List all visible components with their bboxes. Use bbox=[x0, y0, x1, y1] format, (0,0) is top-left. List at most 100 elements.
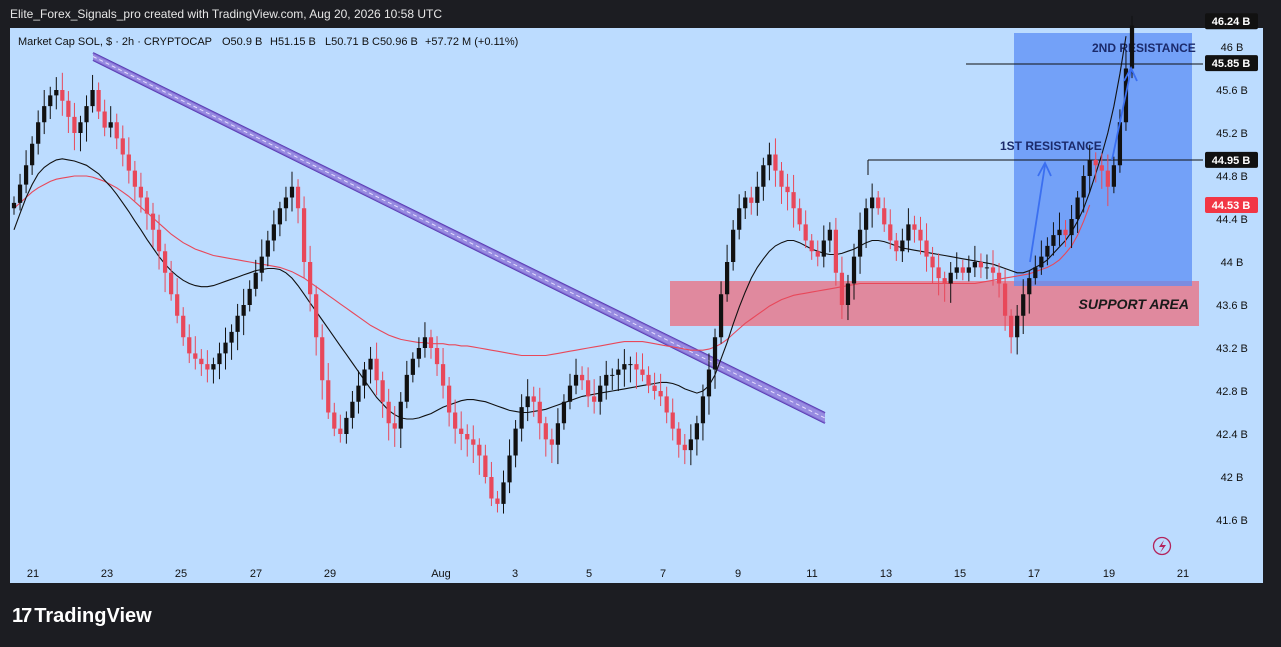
candle bbox=[241, 288, 246, 336]
candle-body bbox=[664, 396, 669, 413]
candle-body bbox=[295, 186, 301, 209]
candle-body bbox=[1099, 165, 1104, 171]
candle-body bbox=[193, 353, 198, 359]
candle bbox=[440, 348, 446, 399]
candle-body bbox=[338, 428, 343, 434]
candle bbox=[259, 239, 264, 282]
candle-body bbox=[265, 240, 270, 257]
candle bbox=[912, 215, 917, 243]
candle bbox=[193, 336, 198, 370]
candle bbox=[930, 246, 935, 284]
flash-icon[interactable] bbox=[1152, 536, 1172, 556]
candle-body bbox=[253, 272, 258, 289]
candle-body bbox=[984, 267, 990, 269]
candle-body bbox=[960, 267, 965, 273]
x-tick-label: 5 bbox=[586, 568, 592, 580]
candle bbox=[477, 438, 482, 475]
candle-body bbox=[1075, 197, 1080, 219]
candle-body bbox=[561, 401, 567, 424]
candle-body bbox=[930, 256, 935, 268]
candle-body bbox=[519, 407, 524, 429]
candle-body bbox=[821, 240, 826, 257]
candlestick-chart[interactable]: Market Cap SOL, $ · 2h · CRYPTOCAP O50.9… bbox=[0, 0, 1281, 647]
y-tick-label: 46 B bbox=[1221, 42, 1244, 54]
candle bbox=[84, 95, 89, 142]
candle-body bbox=[477, 444, 482, 456]
candle-body bbox=[428, 337, 434, 348]
candle-body bbox=[888, 224, 893, 241]
candle-body bbox=[308, 262, 313, 295]
candle-body bbox=[422, 337, 428, 348]
x-tick-label: 3 bbox=[512, 568, 518, 580]
candle-body bbox=[797, 208, 802, 225]
brand-text: TradingView bbox=[34, 605, 152, 627]
candle-body bbox=[169, 272, 174, 295]
candle-body bbox=[1081, 176, 1086, 198]
candle bbox=[326, 363, 331, 419]
candle bbox=[821, 225, 826, 268]
candle-body bbox=[332, 412, 337, 429]
y-axis: 41.6 B 42 B 42.4 B 42.8 B 43.2 B 43.6 B 44 B 44… bbox=[1216, 42, 1248, 527]
candle bbox=[247, 280, 252, 312]
candle-body bbox=[187, 337, 192, 354]
candle-body bbox=[42, 106, 47, 123]
candle bbox=[301, 196, 307, 279]
candle-body bbox=[1021, 294, 1026, 316]
candle-body bbox=[743, 197, 748, 209]
candle-body bbox=[1027, 278, 1032, 295]
candle-body bbox=[259, 256, 264, 273]
candle bbox=[531, 386, 536, 417]
candle bbox=[616, 358, 621, 391]
candle bbox=[700, 384, 706, 441]
candle bbox=[459, 411, 464, 451]
candle bbox=[876, 191, 881, 215]
x-tick-label: 23 bbox=[101, 568, 113, 580]
candle bbox=[749, 186, 754, 215]
candle bbox=[283, 186, 289, 222]
x-tick-label: 9 bbox=[735, 568, 741, 580]
candle bbox=[555, 408, 561, 465]
legend-open: O50.9 B bbox=[222, 36, 262, 48]
candle-body bbox=[78, 122, 83, 133]
candle-body bbox=[283, 197, 289, 209]
candle bbox=[803, 210, 808, 249]
x-tick-label: 21 bbox=[27, 568, 39, 580]
candle bbox=[676, 422, 681, 458]
candle bbox=[543, 416, 548, 457]
candle-body bbox=[658, 391, 663, 397]
candle bbox=[126, 137, 131, 184]
candle-body bbox=[851, 256, 857, 284]
candle-body bbox=[48, 95, 53, 107]
candle-body bbox=[1002, 283, 1008, 316]
legend-close: C50.96 B bbox=[372, 36, 418, 48]
candle-body bbox=[205, 364, 210, 370]
candle-body bbox=[737, 208, 742, 230]
candle-body bbox=[912, 224, 917, 230]
candle-body bbox=[1129, 25, 1135, 69]
candle-body bbox=[652, 385, 657, 391]
candle-body bbox=[229, 331, 234, 343]
candle bbox=[712, 328, 718, 389]
x-tick-label: 29 bbox=[324, 568, 336, 580]
tradingview-logo[interactable]: 17 TradingView bbox=[12, 605, 152, 628]
candle bbox=[332, 402, 337, 437]
candle bbox=[66, 91, 71, 133]
candle-body bbox=[374, 358, 379, 381]
candle bbox=[549, 428, 554, 464]
candle-body bbox=[978, 262, 984, 268]
candle-body bbox=[996, 272, 1002, 284]
first-resistance-label: 1ST RESISTANCE bbox=[1000, 139, 1102, 153]
candle-body bbox=[416, 348, 422, 359]
candle-body bbox=[670, 412, 675, 429]
candle-body bbox=[199, 358, 204, 365]
candle-body bbox=[223, 342, 228, 354]
candle-body bbox=[628, 364, 633, 366]
candle bbox=[453, 399, 458, 444]
candle-body bbox=[712, 337, 718, 370]
candle bbox=[162, 243, 168, 293]
candle bbox=[428, 329, 434, 359]
candle-body bbox=[1033, 267, 1038, 279]
candle-body bbox=[446, 385, 452, 413]
candle bbox=[924, 223, 929, 272]
candle bbox=[664, 386, 669, 424]
